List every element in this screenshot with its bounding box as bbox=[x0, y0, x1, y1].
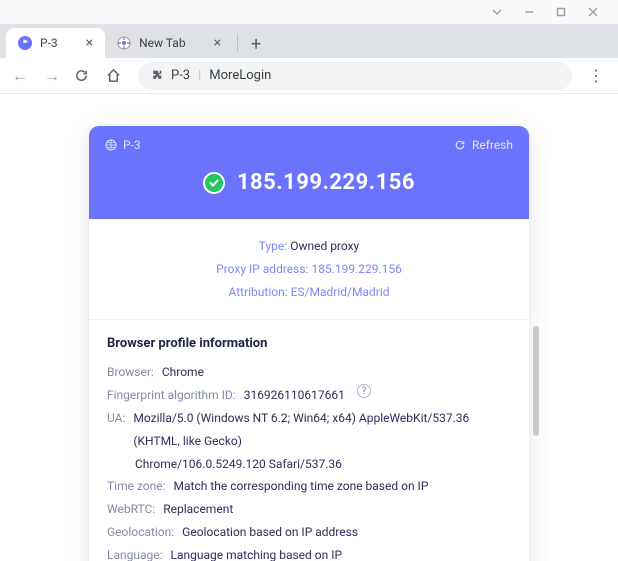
webrtc-value: Replacement bbox=[163, 498, 233, 521]
profile-info: Browser profile information Browser: Chro… bbox=[89, 319, 529, 561]
profile-icon bbox=[105, 139, 117, 151]
ua-value-1: Mozilla/5.0 (Windows NT 6.2; Win64; x64)… bbox=[133, 407, 511, 453]
type-value: Owned proxy bbox=[290, 239, 359, 253]
tab-favicon-icon bbox=[18, 36, 32, 50]
omnibox-page-label: MoreLogin bbox=[209, 68, 271, 83]
window-controls bbox=[0, 0, 618, 24]
ip-address: 185.199.229.156 bbox=[237, 170, 415, 195]
tabstrip: P-3 × New Tab × + bbox=[0, 24, 618, 58]
omnibox-extension-label: P-3 bbox=[171, 68, 190, 83]
attribution-value: ES/Madrid/Madrid bbox=[291, 285, 390, 299]
back-button[interactable]: ← bbox=[10, 66, 30, 86]
proxy-ip-value: 185.199.229.156 bbox=[311, 262, 401, 276]
help-icon[interactable]: ? bbox=[357, 384, 371, 398]
tab-favicon-icon bbox=[117, 36, 131, 50]
card-hero: P-3 Refresh 185.199.229.156 bbox=[89, 126, 529, 219]
type-label: Type: bbox=[259, 239, 287, 253]
lang-label: Language: bbox=[107, 544, 163, 561]
extension-icon bbox=[150, 69, 163, 82]
page-content: P-3 Refresh 185.199.229.156 bbox=[0, 94, 618, 561]
fpid-value: 316926110617661 bbox=[244, 384, 345, 407]
tz-value: Match the corresponding time zone based … bbox=[174, 475, 429, 498]
profile-tag: P-3 bbox=[123, 138, 141, 152]
toolbar: ← → P-3 | MoreLogin ⋮ bbox=[0, 58, 618, 94]
card-meta: Type: Owned proxy Proxy IP address: 185.… bbox=[89, 219, 529, 319]
geo-value: Geolocation based on IP address bbox=[182, 521, 358, 544]
profile-heading: Browser profile information bbox=[107, 336, 511, 351]
tab-close-icon[interactable]: × bbox=[214, 35, 221, 51]
browser-label: Browser: bbox=[107, 361, 154, 384]
tab-close-icon[interactable]: × bbox=[86, 35, 93, 51]
refresh-icon bbox=[454, 139, 466, 151]
fpid-label: Fingerprint algorithm ID: bbox=[107, 384, 236, 407]
proxy-card: P-3 Refresh 185.199.229.156 bbox=[89, 126, 529, 561]
tab-divider bbox=[237, 34, 238, 52]
geo-label: Geolocation: bbox=[107, 521, 174, 544]
tab-p3[interactable]: P-3 × bbox=[6, 28, 105, 58]
ua-label: UA: bbox=[107, 407, 125, 453]
window-caret-icon[interactable] bbox=[490, 5, 504, 19]
refresh-button[interactable]: Refresh bbox=[454, 138, 513, 152]
scrollbar-thumb[interactable] bbox=[533, 326, 539, 436]
window-maximize-icon[interactable] bbox=[554, 5, 568, 19]
browser-value: Chrome bbox=[162, 361, 204, 384]
tab-new[interactable]: New Tab × bbox=[105, 28, 233, 58]
reload-button[interactable] bbox=[74, 68, 94, 83]
tz-label: Time zone: bbox=[107, 475, 166, 498]
lang-value: Language matching based on IP bbox=[171, 544, 343, 561]
check-icon bbox=[203, 172, 225, 194]
tab-title: New Tab bbox=[139, 36, 185, 50]
window-minimize-icon[interactable] bbox=[522, 5, 536, 19]
tab-title: P-3 bbox=[40, 36, 58, 50]
omnibox[interactable]: P-3 | MoreLogin bbox=[138, 62, 572, 90]
attribution-label: Attribution: bbox=[228, 285, 287, 299]
proxy-ip-label: Proxy IP address: bbox=[216, 262, 308, 276]
window-close-icon[interactable] bbox=[586, 5, 600, 19]
home-button[interactable] bbox=[106, 68, 126, 83]
new-tab-button[interactable]: + bbox=[242, 30, 270, 58]
omnibox-separator: | bbox=[198, 68, 201, 83]
webrtc-label: WebRTC: bbox=[107, 498, 155, 521]
browser-menu-button[interactable]: ⋮ bbox=[584, 66, 608, 85]
ua-value-2: Chrome/106.0.5249.120 Safari/537.36 bbox=[135, 453, 342, 476]
refresh-label: Refresh bbox=[472, 138, 513, 152]
forward-button[interactable]: → bbox=[42, 66, 62, 86]
